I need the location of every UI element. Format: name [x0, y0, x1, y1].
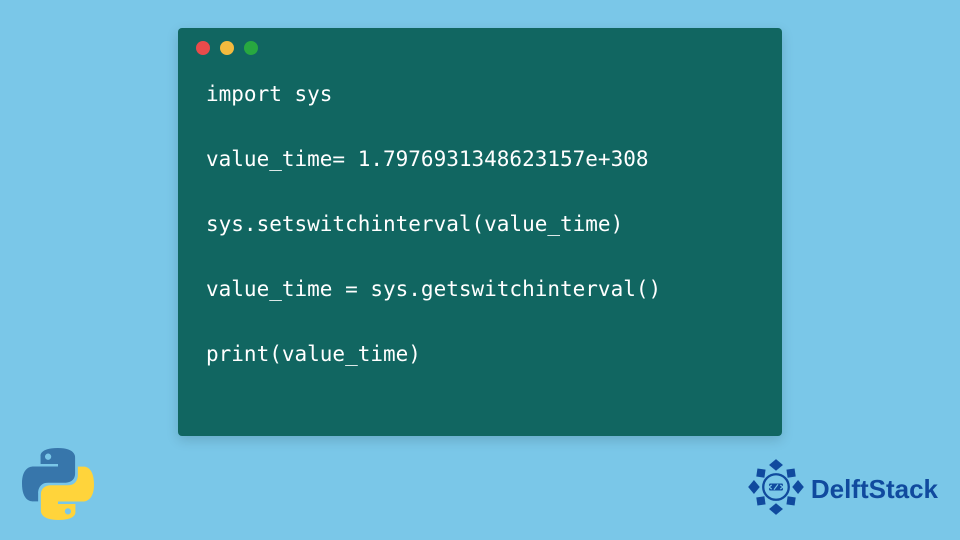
brand-name: DelftStack: [811, 474, 938, 505]
close-icon[interactable]: [196, 41, 210, 55]
code-line: import sys: [206, 82, 332, 106]
zoom-icon[interactable]: [244, 41, 258, 55]
delftstack-logo-icon: [747, 458, 805, 520]
code-window: import sys value_time= 1.797693134862315…: [178, 28, 782, 436]
code-line: sys.setswitchinterval(value_time): [206, 212, 623, 236]
minimize-icon[interactable]: [220, 41, 234, 55]
code-line: value_time = sys.getswitchinterval(): [206, 277, 661, 301]
window-titlebar: [178, 28, 782, 68]
delftstack-brand: DelftStack: [747, 458, 938, 520]
code-line: print(value_time): [206, 342, 421, 366]
code-line: value_time= 1.7976931348623157e+308: [206, 147, 649, 171]
python-logo-icon: [22, 448, 94, 520]
code-content: import sys value_time= 1.797693134862315…: [178, 68, 782, 391]
